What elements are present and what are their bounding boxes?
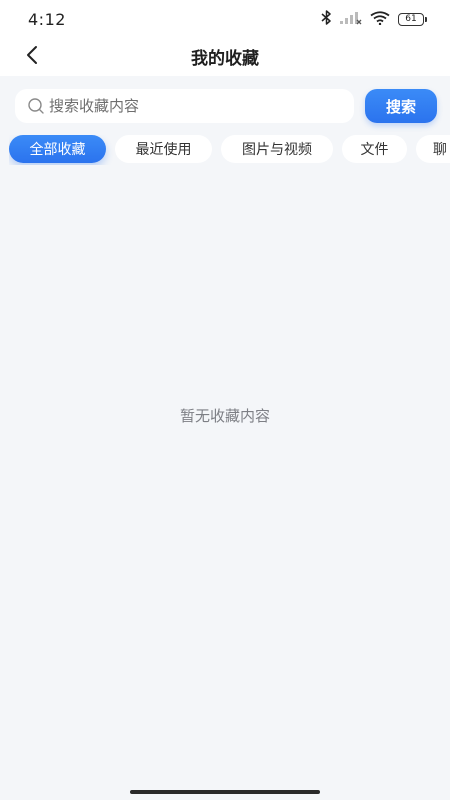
favorites-screen: 4:12 61 我的收藏 搜索收藏内容 搜索 全部收藏 最近使用 图片与视频 文… xyxy=(0,0,450,800)
tab-chat[interactable]: 聊 xyxy=(416,135,450,163)
home-indicator[interactable] xyxy=(130,790,320,794)
search-box[interactable] xyxy=(15,89,354,123)
wifi-icon xyxy=(370,10,390,29)
tab-recent[interactable]: 最近使用 xyxy=(115,135,212,163)
tab-all-favorites[interactable]: 全部收藏 xyxy=(9,135,106,163)
search-icon xyxy=(27,97,45,115)
bluetooth-icon xyxy=(321,9,332,29)
tab-files[interactable]: 文件 xyxy=(342,135,407,163)
search-input[interactable] xyxy=(47,96,341,116)
battery-icon: 61 xyxy=(398,12,427,26)
status-icons: 61 xyxy=(321,9,427,29)
signal-icon xyxy=(340,10,362,29)
status-time: 4:12 xyxy=(28,10,66,29)
category-tabs: 全部收藏 最近使用 图片与视频 文件 聊 xyxy=(9,135,450,165)
page-title: 我的收藏 xyxy=(191,49,259,69)
tab-images-videos[interactable]: 图片与视频 xyxy=(221,135,333,163)
search-button[interactable]: 搜索 xyxy=(365,89,437,123)
nav-bar: 我的收藏 xyxy=(0,38,450,76)
empty-state-text: 暂无收藏内容 xyxy=(179,407,270,425)
status-bar: 4:12 61 xyxy=(0,0,450,38)
